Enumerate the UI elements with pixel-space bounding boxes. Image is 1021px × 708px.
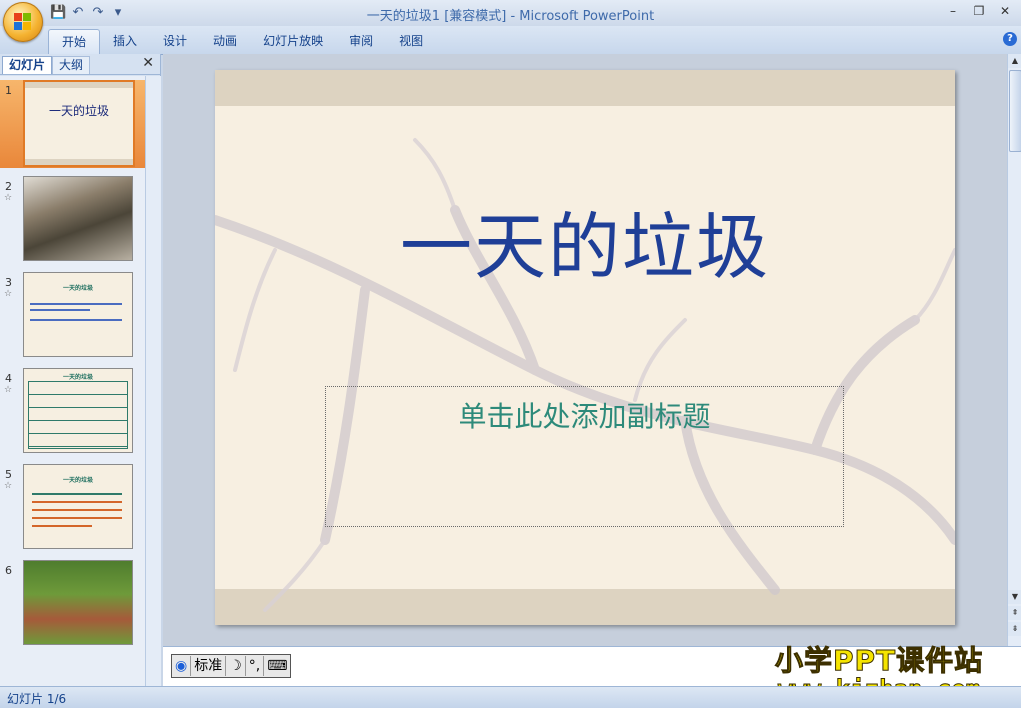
thumbnail-number: 6 <box>5 564 12 577</box>
ime-logo-icon[interactable]: ◉ <box>172 656 192 676</box>
tab-view[interactable]: 视图 <box>386 29 436 53</box>
thumbnail-image <box>23 560 133 645</box>
slide-canvas[interactable]: 一天的垃圾 单击此处添加副标题 <box>215 70 955 625</box>
tab-outline[interactable]: 大纲 <box>52 56 91 74</box>
office-button[interactable] <box>3 2 43 42</box>
thumbnail-image: 一天的垃圾 <box>23 80 135 167</box>
slide-scrollbar[interactable]: ▲ ▼ ⇞ ⇟ <box>1007 54 1021 646</box>
plum-branch-decoration <box>215 138 955 612</box>
subtitle-text: 单击此处添加副标题 <box>458 400 711 433</box>
transition-star-icon: ☆ <box>4 193 13 203</box>
thumbnail-image: 一天的垃圾 <box>23 368 133 453</box>
tab-design[interactable]: 设计 <box>150 29 200 53</box>
thumbnail-number: 2 <box>5 180 12 193</box>
close-pane-icon[interactable]: ✕ <box>142 55 154 71</box>
thumbnail-number: 1 <box>5 84 12 97</box>
tab-home[interactable]: 开始 <box>48 29 101 54</box>
slides-pane: 幻灯片 大纲 ✕ 1 一天的垃圾 2 ☆ 3 ☆ 一天的垃圾 4 ☆ 一天的垃圾… <box>0 54 161 686</box>
thumbnail-slide-3[interactable]: 3 ☆ 一天的垃圾 <box>0 272 145 360</box>
thumbnail-slide-2[interactable]: 2 ☆ <box>0 176 145 264</box>
thumbnail-slide-5[interactable]: 5 ☆ 一天的垃圾 <box>0 464 145 552</box>
ime-mode-label[interactable]: 标准 <box>191 656 227 676</box>
thumbnail-title: 一天的垃圾 <box>48 104 109 118</box>
slide-editor: 一天的垃圾 单击此处添加副标题 <box>163 54 1007 646</box>
tab-insert[interactable]: 插入 <box>100 29 150 53</box>
scroll-thumb[interactable] <box>1009 70 1021 152</box>
office-logo-icon <box>14 13 32 31</box>
next-slide-icon[interactable]: ⇟ <box>1008 622 1021 636</box>
ime-keyboard-icon[interactable]: ⌨ <box>264 656 290 676</box>
slide-title[interactable]: 一天的垃圾 <box>215 188 955 293</box>
scroll-down-icon[interactable]: ▼ <box>1008 590 1021 604</box>
tab-slideshow[interactable]: 幻灯片放映 <box>250 29 336 53</box>
ime-toolbar: ◉ 标准 ☽ °, ⌨ <box>171 654 292 678</box>
title-bar: 💾 ↶ ↷ ▾ 一天的垃圾1 [兼容模式] - Microsoft PowerP… <box>0 0 1021 26</box>
ime-moon-icon[interactable]: ☽ <box>226 656 246 676</box>
transition-star-icon: ☆ <box>4 289 13 299</box>
transition-star-icon: ☆ <box>4 481 13 491</box>
ime-punct-icon[interactable]: °, <box>246 656 265 676</box>
thumbnail-number: 3 <box>5 276 12 289</box>
tab-slides[interactable]: 幻灯片 <box>2 56 53 74</box>
thumbnail-number: 5 <box>5 468 12 481</box>
window-controls: – ❐ ✕ <box>941 2 1017 20</box>
status-bar: 幻灯片 1/6 <box>0 686 1021 708</box>
tab-animations[interactable]: 动画 <box>200 29 250 53</box>
watermark-line-1: 小学PPT课件站 <box>774 644 984 678</box>
thumbnail-image: 一天的垃圾 <box>23 272 133 357</box>
prev-slide-icon[interactable]: ⇞ <box>1008 606 1021 620</box>
thumbnail-slide-4[interactable]: 4 ☆ 一天的垃圾 <box>0 368 145 456</box>
notes-pane[interactable]: ◉ 标准 ☽ °, ⌨ 小学PPT课件站 www.kjzhan.com <box>163 644 1021 704</box>
thumbnail-heading: 一天的垃圾 <box>62 374 93 381</box>
transition-star-icon: ☆ <box>4 385 13 395</box>
slide-counter: 幻灯片 1/6 <box>7 692 67 706</box>
help-icon[interactable]: ? <box>1003 32 1017 46</box>
restore-button[interactable]: ❐ <box>967 2 991 20</box>
thumbnail-image: 一天的垃圾 <box>23 464 133 549</box>
thumbnail-scrollbar[interactable] <box>145 76 161 686</box>
thumbnail-slide-1[interactable]: 1 一天的垃圾 <box>0 80 145 168</box>
ribbon-tabs: 开始 插入 设计 动画 幻灯片放映 审阅 视图 <box>48 29 436 54</box>
thumbnail-number: 4 <box>5 372 12 385</box>
close-button[interactable]: ✕ <box>993 2 1017 20</box>
thumbnail-list: 1 一天的垃圾 2 ☆ 3 ☆ 一天的垃圾 4 ☆ 一天的垃圾 5 ☆ 一天的垃… <box>0 76 160 686</box>
thumbnail-heading: 一天的垃圾 <box>62 285 93 292</box>
thumbnail-heading: 一天的垃圾 <box>62 477 93 484</box>
scroll-up-icon[interactable]: ▲ <box>1008 54 1021 68</box>
tab-review[interactable]: 审阅 <box>336 29 386 53</box>
thumbnail-image <box>23 176 133 261</box>
pane-tabs: 幻灯片 大纲 ✕ <box>0 54 160 75</box>
thumbnail-slide-6[interactable]: 6 <box>0 560 145 648</box>
ribbon: 开始 插入 设计 动画 幻灯片放映 审阅 视图 ? <box>0 26 1021 55</box>
subtitle-placeholder[interactable]: 单击此处添加副标题 <box>325 386 844 527</box>
minimize-button[interactable]: – <box>941 2 965 20</box>
window-title: 一天的垃圾1 [兼容模式] - Microsoft PowerPoint <box>366 9 655 24</box>
